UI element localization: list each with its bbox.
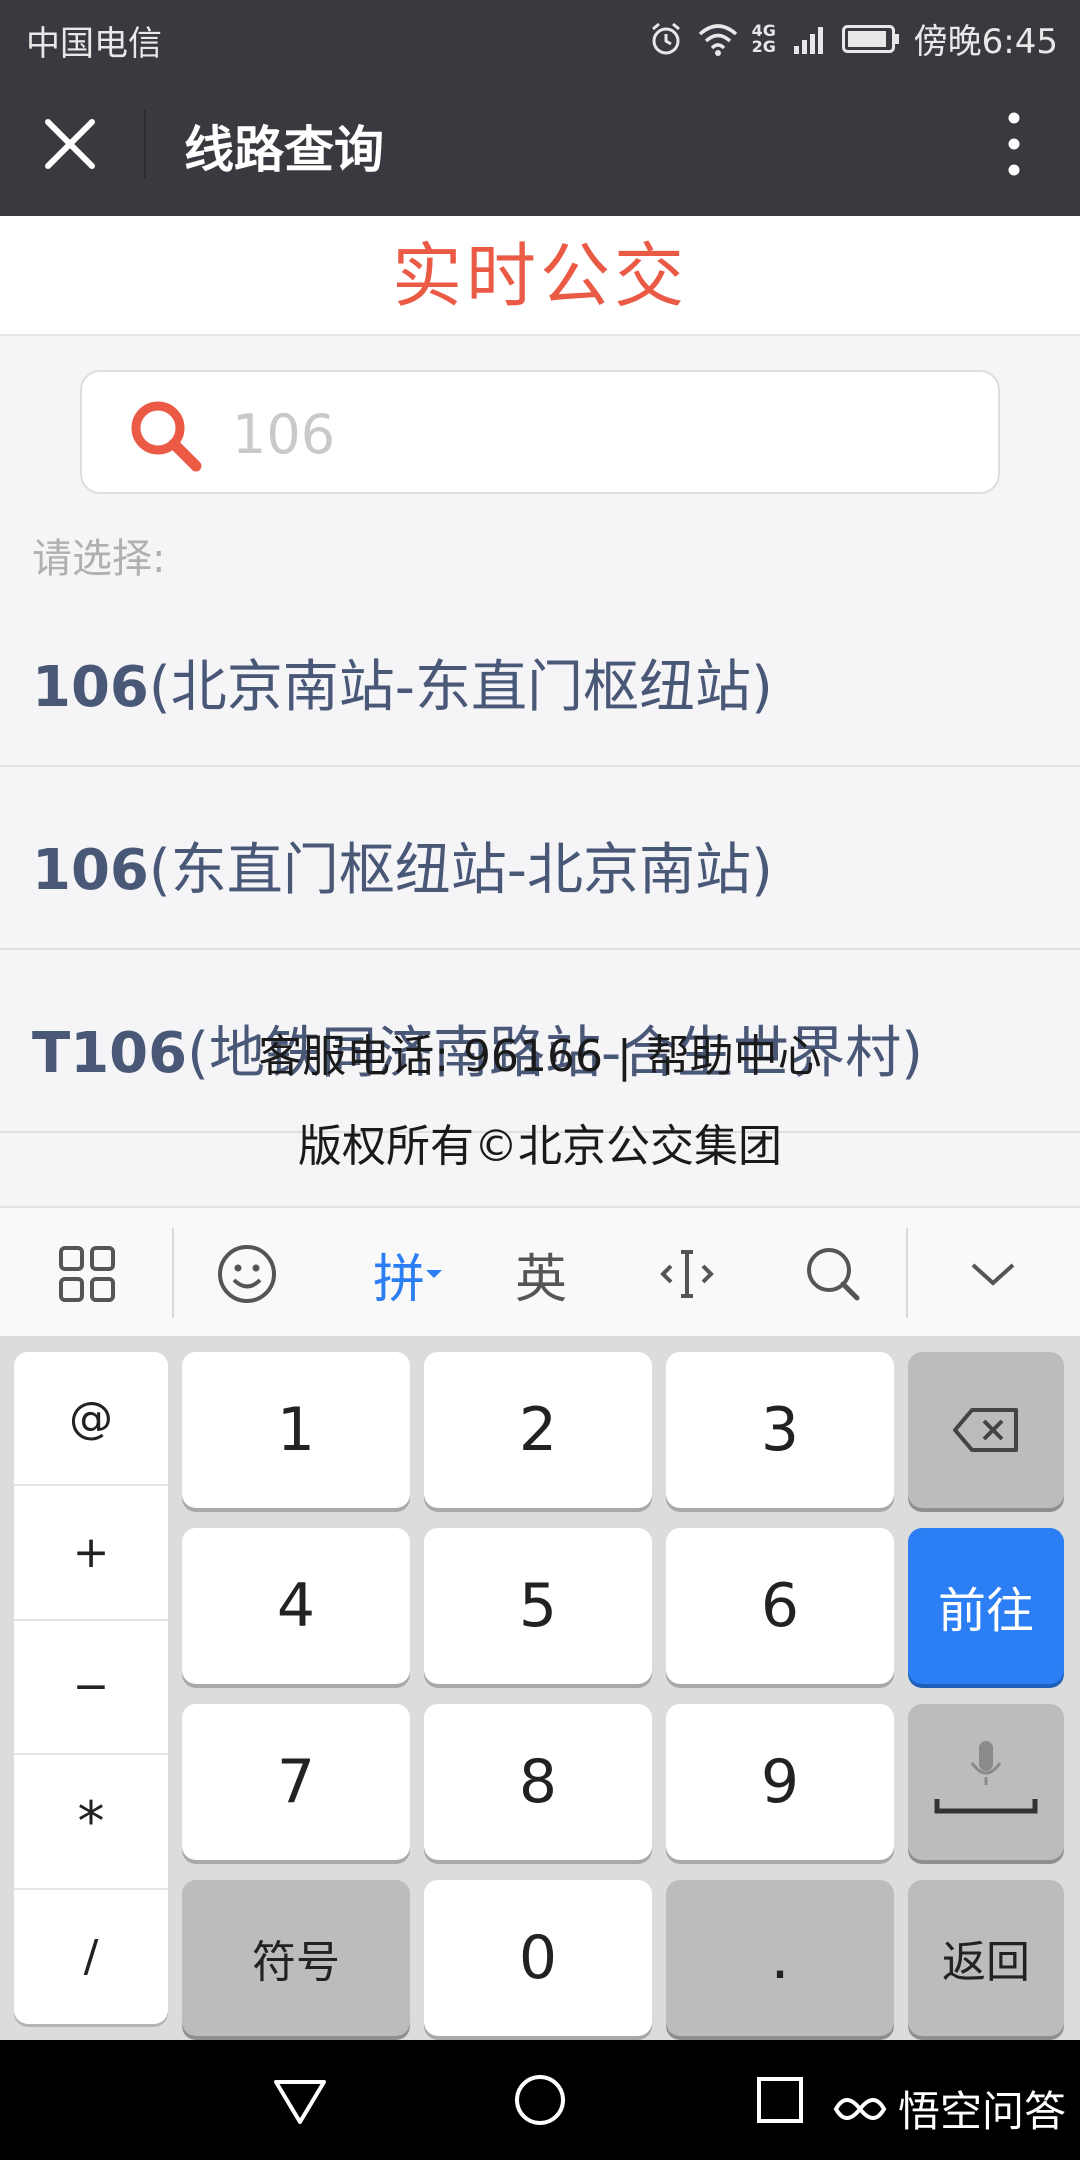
go-button[interactable]: 前往 [908, 1528, 1064, 1684]
numeric-keyboard: @ + − * / 1 2 3 4 5 6 前往 7 8 9 符号 0 . 返回 [0, 1336, 1080, 2040]
route-text: 106(北京南站-东直门枢纽站) [32, 642, 773, 723]
caret-down-icon [426, 1270, 442, 1278]
pinyin-label: 拼 [372, 1249, 425, 1310]
return-key[interactable]: 返回 [908, 1880, 1064, 2036]
toolbar-divider [906, 1228, 908, 1318]
route-stops: (北京南站-东直门枢纽站) [148, 655, 773, 720]
route-item-106-southbound[interactable]: 106(北京南站-东直门枢纽站) [0, 584, 1080, 767]
search-box[interactable] [80, 370, 1000, 494]
emoji-icon[interactable] [202, 1232, 292, 1316]
key-1[interactable]: 1 [182, 1352, 410, 1508]
carrier-name: 中国电信 [26, 24, 162, 64]
route-number: 106 [32, 838, 149, 903]
page-title: 实时公交 [392, 235, 688, 317]
close-icon[interactable] [44, 118, 96, 170]
copyright: 版权所有©北京公交集团 [298, 1121, 782, 1172]
symbol-key-minus[interactable]: − [14, 1621, 168, 1756]
backspace-key[interactable] [908, 1352, 1064, 1508]
network-type-label: 4G 2G [751, 20, 776, 56]
app-bar-divider [144, 110, 146, 178]
key-0[interactable]: 0 [424, 1880, 652, 2036]
key-7[interactable]: 7 [182, 1704, 410, 1860]
symbol-key-asterisk[interactable]: * [14, 1755, 168, 1890]
status-icons: 4G 2G 傍晚6:45 [648, 14, 1058, 63]
more-options-icon[interactable] [1008, 112, 1020, 176]
key-2[interactable]: 2 [424, 1352, 652, 1508]
collapse-keyboard-icon[interactable] [948, 1232, 1038, 1316]
app-bar: 线路查询 [0, 72, 1080, 216]
page-header: 实时公交 [0, 216, 1080, 336]
symbol-key-plus[interactable]: + [14, 1486, 168, 1621]
back-triangle-icon[interactable] [270, 2070, 330, 2130]
search-icon [131, 401, 202, 472]
key-6[interactable]: 6 [666, 1528, 894, 1684]
symbol-key-at[interactable]: @ [14, 1352, 168, 1487]
watermark-text: 悟空问答 [897, 2087, 1066, 2136]
key-4[interactable]: 4 [182, 1528, 410, 1684]
symbol-key-slash[interactable]: / [14, 1890, 168, 2024]
wifi-icon [698, 23, 737, 56]
route-text: 106(东直门枢纽站-北京南站) [32, 825, 773, 906]
choose-label: 请选择: [32, 536, 166, 582]
search-input[interactable] [232, 394, 952, 474]
app-bar-title: 线路查询 [184, 121, 384, 179]
english-mode-button[interactable]: 英 [496, 1232, 586, 1316]
key-5[interactable]: 5 [424, 1528, 652, 1684]
backspace-icon [953, 1408, 1018, 1452]
key-9[interactable]: 9 [666, 1704, 894, 1860]
alarm-icon [651, 22, 680, 54]
english-label: 英 [514, 1249, 567, 1310]
pinyin-mode-button[interactable]: 拼 [358, 1232, 458, 1316]
key-3[interactable]: 3 [666, 1352, 894, 1508]
cursor-move-icon[interactable] [642, 1232, 732, 1316]
wukong-logo-icon [833, 2097, 887, 2120]
battery-icon [841, 24, 899, 53]
system-nav-bar: 悟空问答 [0, 2040, 1080, 2160]
route-number: 106 [32, 655, 149, 720]
symbol-column: @ + − * / [14, 1352, 168, 2024]
symbols-key[interactable]: 符号 [182, 1880, 410, 2036]
clock: 傍晚6:45 [913, 22, 1058, 62]
watermark: 悟空问答 [832, 2078, 1066, 2139]
recents-square-icon[interactable] [750, 2070, 810, 2130]
route-stops: (东直门枢纽站-北京南站) [148, 838, 773, 903]
microphone-space-icon [934, 1741, 1038, 1814]
key-8[interactable]: 8 [424, 1704, 652, 1860]
signal-icon [793, 26, 823, 54]
grid-menu-icon[interactable] [42, 1232, 132, 1316]
search-icon[interactable] [788, 1232, 878, 1316]
status-bar: 中国电信 4G 2G 傍晚6:45 [0, 0, 1080, 72]
toolbar-divider [172, 1228, 174, 1318]
dot-key[interactable]: . [666, 1880, 894, 2036]
service-phone[interactable]: 客服电话: 96166 | 帮助中心 [0, 1020, 1080, 1084]
space-voice-key[interactable] [908, 1704, 1064, 1860]
home-circle-icon[interactable] [510, 2070, 570, 2130]
keyboard-toolbar: 拼 英 [0, 1206, 1080, 1336]
route-item-106-northbound[interactable]: 106(东直门枢纽站-北京南站) [0, 767, 1080, 950]
